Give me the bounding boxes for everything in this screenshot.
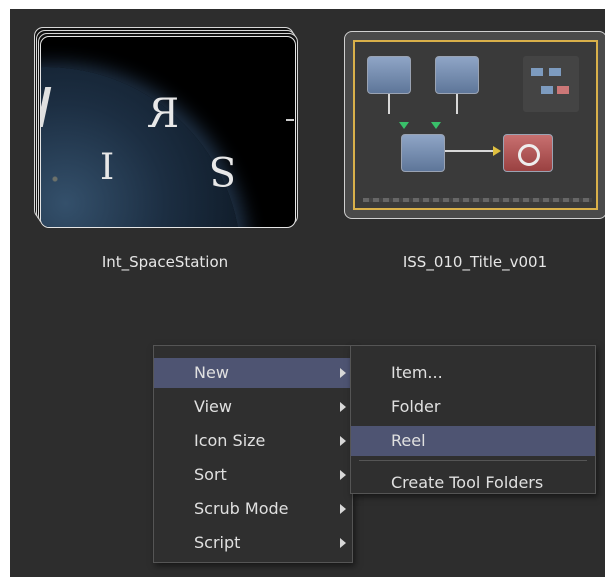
menu-item-view[interactable]: View [154, 392, 352, 422]
comp-thumbnail-iss-010-title[interactable] [344, 31, 605, 219]
submenu-arrow-icon [340, 368, 346, 378]
node-icon [367, 56, 411, 94]
title-glyph: S [209, 147, 237, 193]
menu-separator [359, 460, 587, 461]
title-glyph: I [100, 147, 115, 188]
submenu-arrow-icon [340, 402, 346, 412]
flow-preview [353, 40, 598, 210]
mini-panel [523, 56, 579, 112]
comp-label: ISS_010_Title_v001 [402, 253, 548, 271]
submenu-arrow-icon [340, 470, 346, 480]
submenu-item-folder[interactable]: Folder [351, 392, 595, 422]
menu-item-new[interactable]: New [154, 358, 352, 388]
submenu-arrow-icon [340, 436, 346, 446]
context-menu: New View Icon Size Sort Scrub Mode Scrip… [153, 345, 353, 563]
submenu-item-reel[interactable]: Reel [351, 426, 595, 456]
submenu-item-create-tool-folders[interactable]: Create Tool Folders [351, 468, 595, 498]
submenu-arrow-icon [340, 504, 346, 514]
menu-item-icon-size[interactable]: Icon Size [154, 426, 352, 456]
submenu-item-item[interactable]: Item... [351, 358, 595, 388]
merge-node-icon [401, 134, 445, 172]
saver-node-icon [503, 134, 553, 172]
menu-item-scrub-mode[interactable]: Scrub Mode [154, 494, 352, 524]
clip-preview-image: R I S [40, 36, 296, 228]
menu-item-script[interactable]: Script [154, 528, 352, 558]
submenu-arrow-icon [340, 538, 346, 548]
title-glyph [286, 119, 294, 121]
reel-icon [518, 144, 540, 166]
title-glyph: R [149, 91, 180, 137]
clip-label: Int_SpaceStation [101, 253, 229, 271]
menu-item-sort[interactable]: Sort [154, 460, 352, 490]
new-submenu: Item... Folder Reel Create Tool Folders [350, 345, 596, 494]
node-icon [435, 56, 479, 94]
clip-thumbnail-int-spacestation[interactable]: R I S [34, 27, 298, 229]
